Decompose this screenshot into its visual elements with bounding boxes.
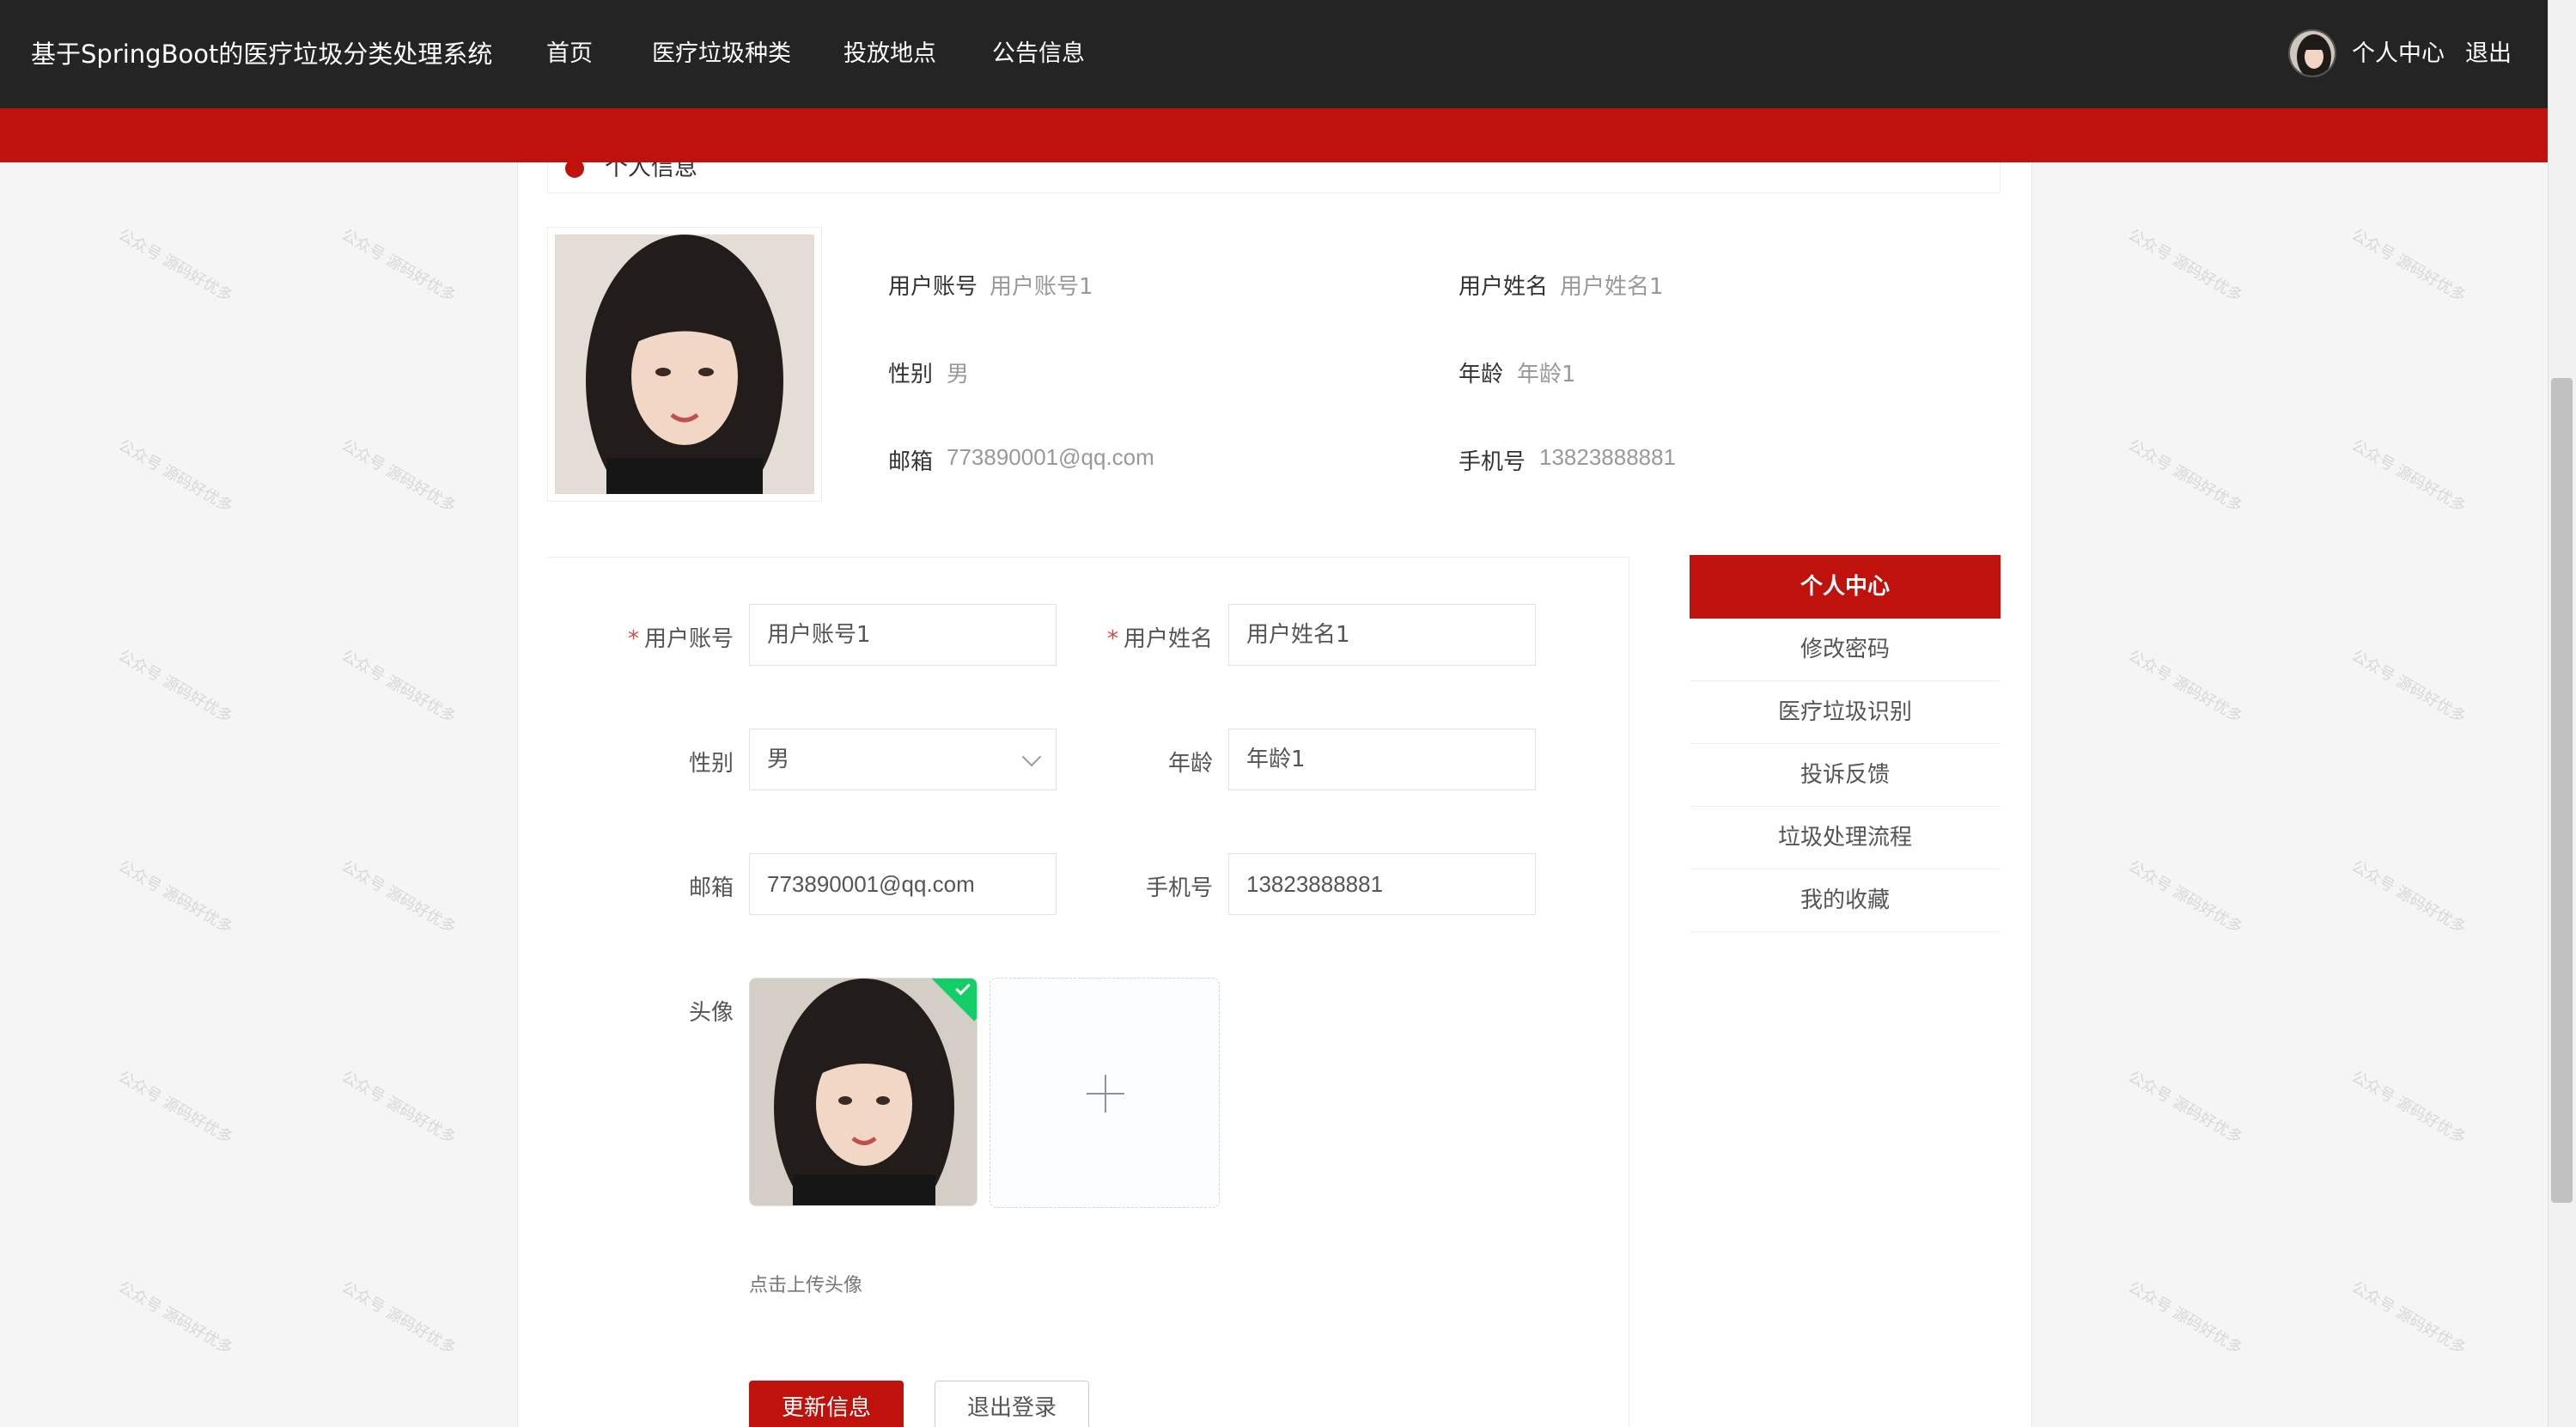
nav-announcements[interactable]: 公告信息 [992,0,1085,108]
watermark-text: 公众号 源码好优多 [2125,1278,2246,1358]
form-age-label: 年龄 [1167,751,1213,777]
watermark-text: 公众号 源码好优多 [2125,646,2246,727]
watermark-text: 公众号 源码好优多 [2125,436,2246,516]
user-avatar[interactable] [2288,29,2336,77]
phone-input[interactable]: 13823888881 [1228,853,1536,915]
nav-home[interactable]: 首页 [546,0,593,108]
nav-logout[interactable]: 退出 [2465,0,2512,108]
required-mark: * [1106,626,1118,652]
watermark-text: 公众号 源码好优多 [2348,646,2469,727]
watermark-text: 公众号 源码好优多 [2348,857,2469,937]
form-gender-label: 性别 [688,751,734,777]
section-header: 个人信息 [547,159,2001,193]
section-dot-icon [565,159,584,178]
account-input[interactable]: 用户账号1 [749,604,1057,666]
update-info-button[interactable]: 更新信息 [749,1381,904,1427]
info-phone-label: 手机号 [1459,449,1526,475]
info-account-value: 用户账号1 [990,274,1093,300]
email-input[interactable]: 773890001@qq.com [749,853,1057,915]
info-gender-label: 性别 [888,362,934,387]
form-name-label: * 用户姓名 [1041,621,1213,653]
info-email-value: 773890001@qq.com [947,444,1154,470]
uploaded-avatar-thumb[interactable] [749,978,977,1206]
watermark-text: 公众号 源码好优多 [2125,857,2246,937]
avatar-upload-button[interactable] [990,978,1220,1208]
watermark-text: 公众号 源码好优多 [338,857,460,937]
form-account-label-text: 用户账号 [643,626,734,652]
side-menu-feedback[interactable]: 投诉反馈 [1690,744,2001,807]
watermark-text: 公众号 源码好优多 [115,225,236,306]
watermark-text: 公众号 源码好优多 [2125,1067,2246,1148]
name-input[interactable]: 用户姓名1 [1228,604,1536,666]
form-account-label: * 用户账号 [562,621,734,653]
watermark-text: 公众号 源码好优多 [338,1067,460,1148]
logout-button[interactable]: 退出登录 [935,1381,1089,1427]
info-gender-value: 男 [947,362,970,387]
watermark-text: 公众号 源码好优多 [338,1278,460,1358]
nav-drop-points[interactable]: 投放地点 [843,0,936,108]
gender-select-value: 男 [767,747,790,772]
side-menu-change-password[interactable]: 修改密码 [1690,619,2001,681]
watermark-text: 公众号 源码好优多 [338,436,460,516]
gender-select[interactable]: 男 [749,729,1057,790]
side-menu-waste-recognition[interactable]: 医疗垃圾识别 [1690,681,2001,744]
watermark-text: 公众号 源码好优多 [115,857,236,937]
required-mark: * [627,626,639,652]
watermark-text: 公众号 源码好优多 [338,225,460,306]
info-age-label: 年龄 [1459,362,1504,387]
nav-profile[interactable]: 个人中心 [2352,0,2445,108]
side-menu-process[interactable]: 垃圾处理流程 [1690,807,2001,869]
scrollbar-thumb[interactable] [2551,378,2573,1203]
chevron-down-icon [1021,747,1042,767]
info-phone-value: 13823888881 [1539,444,1677,470]
upload-tip: 点击上传头像 [749,1275,863,1296]
red-banner [0,108,2548,162]
age-input[interactable]: 年龄1 [1228,729,1536,790]
top-navbar: 基于SpringBoot的医疗垃圾分类处理系统 首页 医疗垃圾种类 投放地点 公… [0,0,2548,108]
watermark-text: 公众号 源码好优多 [115,1278,236,1358]
info-name-label: 用户姓名 [1459,274,1549,300]
watermark-text: 公众号 源码好优多 [2125,225,2246,306]
watermark-text: 公众号 源码好优多 [2348,436,2469,516]
nav-waste-types[interactable]: 医疗垃圾种类 [652,0,791,108]
info-age-value: 年龄1 [1517,362,1576,387]
info-name-value: 用户姓名1 [1560,274,1664,300]
form-phone-label: 手机号 [1145,875,1213,901]
form-name-label-text: 用户姓名 [1123,626,1213,652]
side-menu-profile[interactable]: 个人中心 [1690,555,2001,619]
plus-icon-vertical [1105,1075,1106,1113]
site-title: 基于SpringBoot的医疗垃圾分类处理系统 [31,40,493,69]
watermark-text: 公众号 源码好优多 [115,436,236,516]
info-account-label: 用户账号 [888,274,978,300]
watermark-text: 公众号 源码好优多 [2348,225,2469,306]
watermark-text: 公众号 源码好优多 [2348,1278,2469,1358]
watermark-text: 公众号 源码好优多 [115,646,236,727]
info-email-label: 邮箱 [888,449,934,475]
form-email-label: 邮箱 [688,875,734,901]
form-avatar-label: 头像 [688,1000,734,1026]
profile-photo [547,227,822,502]
side-menu-favorites[interactable]: 我的收藏 [1690,869,2001,932]
watermark-text: 公众号 源码好优多 [338,646,460,727]
watermark-text: 公众号 源码好优多 [115,1067,236,1148]
watermark-text: 公众号 源码好优多 [2348,1067,2469,1148]
